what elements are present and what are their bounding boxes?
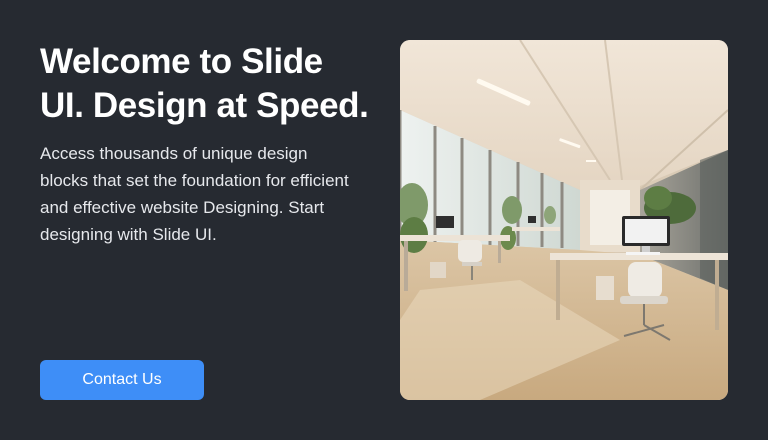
hero-title: Welcome to Slide UI. Design at Speed. (40, 42, 369, 125)
office-photo (400, 40, 728, 400)
hero-description: Access thousands of unique design blocks… (40, 144, 349, 244)
contact-us-button[interactable]: Contact Us (40, 360, 204, 400)
hero-section: Welcome to Slide UI. Design at Speed. Ac… (0, 0, 768, 440)
hero-content: Welcome to Slide UI. Design at Speed. Ac… (40, 40, 370, 248)
office-illustration (400, 40, 728, 400)
